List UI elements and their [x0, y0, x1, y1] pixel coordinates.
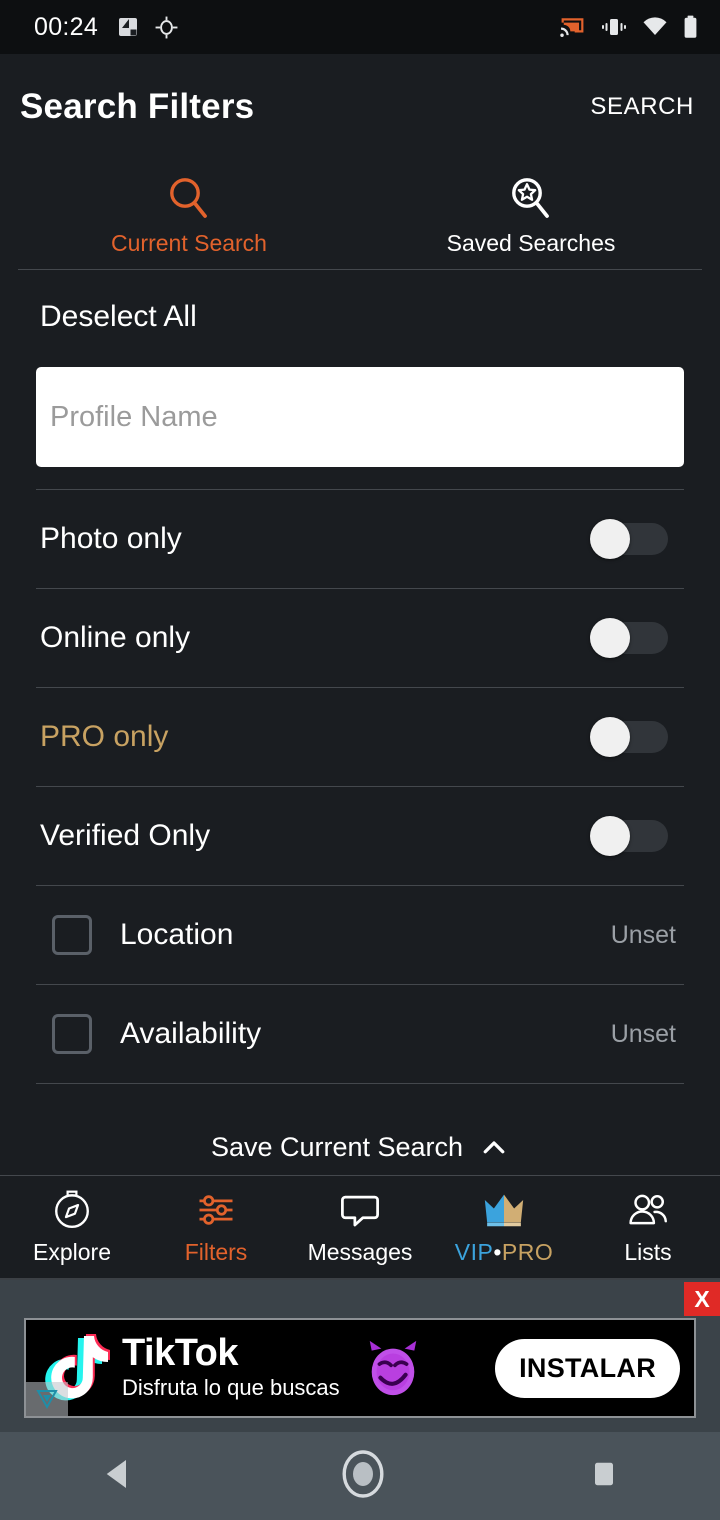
- page-title: Search Filters: [20, 87, 255, 126]
- deselect-all-button[interactable]: Deselect All: [36, 270, 684, 334]
- recents-square-icon: [594, 1462, 613, 1485]
- tab-label: Current Search: [111, 229, 267, 256]
- toggle-thumb: [590, 816, 630, 856]
- back-button[interactable]: [98, 1453, 140, 1500]
- search-icon: [170, 177, 207, 218]
- toggle-photo-only[interactable]: [590, 519, 668, 559]
- nav-item-messages[interactable]: Messages: [288, 1188, 432, 1266]
- battery-icon: [684, 15, 697, 38]
- nav-label: Lists: [624, 1239, 672, 1265]
- app-badge-icon: [119, 18, 138, 36]
- ad-banner[interactable]: TikTok Disfruta lo que buscas INSTALAR: [24, 1318, 696, 1418]
- ad-zone: X TikTok Disfruta lo que buscas INSTALAR: [0, 1280, 720, 1432]
- gps-location-icon: [155, 16, 178, 38]
- nav-item-explore[interactable]: Explore: [0, 1188, 144, 1266]
- adchoices-icon[interactable]: [26, 1382, 68, 1416]
- ad-brand: TikTok: [122, 1332, 238, 1374]
- nav-label: Filters: [184, 1239, 248, 1265]
- tab-bar: Current Search Saved Searches: [18, 160, 702, 270]
- toggle-online-only[interactable]: [590, 618, 668, 658]
- ad-close-button[interactable]: X: [684, 1282, 720, 1316]
- vibrate-icon: [602, 19, 626, 35]
- home-button[interactable]: [337, 1448, 389, 1505]
- filter-label: PRO only: [40, 720, 169, 753]
- phone-screen: 00:24 Search Filters SEARCH Current Sear…: [0, 0, 720, 1520]
- saved-search-star-icon: [512, 177, 549, 218]
- filter-row-pro-only[interactable]: PRO only: [36, 688, 684, 786]
- recents-button[interactable]: [586, 1456, 622, 1497]
- filter-label: Availability: [120, 1017, 262, 1050]
- filter-row-location[interactable]: Location Unset: [36, 886, 684, 984]
- nav-label: Messages: [307, 1239, 413, 1265]
- ad-text-block: TikTok Disfruta lo que buscas: [122, 1334, 340, 1402]
- tab-label: Saved Searches: [446, 229, 616, 256]
- filter-label: Photo only: [40, 522, 182, 555]
- sliders-icon: [199, 1195, 233, 1225]
- nav-item-vip-pro[interactable]: VIP•PRO: [432, 1188, 576, 1266]
- nav-label-vip-pro: VIP•PRO: [455, 1239, 553, 1266]
- app-bar: Search Filters SEARCH: [0, 54, 720, 160]
- tab-current-search[interactable]: Current Search: [18, 160, 360, 269]
- toggle-thumb: [590, 618, 630, 658]
- save-current-search-bar[interactable]: Save Current Search: [0, 1120, 720, 1176]
- compass-icon: [55, 1190, 89, 1229]
- people-icon: [629, 1194, 667, 1225]
- ad-install-button[interactable]: INSTALAR: [495, 1338, 680, 1398]
- filter-label: Location: [120, 918, 234, 951]
- wifi-icon: [643, 17, 667, 35]
- filter-row-verified-only[interactable]: Verified Only: [36, 787, 684, 885]
- tab-saved-searches[interactable]: Saved Searches: [360, 160, 702, 269]
- nav-item-filters[interactable]: Filters: [144, 1188, 288, 1266]
- profile-name-field-wrap: [36, 334, 684, 467]
- filter-row-photo-only[interactable]: Photo only: [36, 490, 684, 588]
- filter-label: Verified Only: [40, 819, 211, 852]
- status-right-icons: [559, 15, 698, 39]
- filters-list: Deselect All Photo only Online only PRO …: [0, 270, 720, 1120]
- back-triangle-icon: [107, 1459, 127, 1488]
- toggle-thumb: [590, 717, 630, 757]
- pro-text: PRO: [501, 1239, 554, 1265]
- nav-label: Explore: [33, 1239, 111, 1265]
- bottom-navigation: Explore Filters Messages VIP•PRO Lists: [0, 1176, 720, 1280]
- checkbox-availability[interactable]: [52, 1014, 92, 1054]
- save-current-search-label: Save Current Search: [210, 1132, 464, 1162]
- toggle-thumb: [590, 519, 630, 559]
- search-button[interactable]: SEARCH: [590, 93, 694, 121]
- cast-icon: [560, 18, 584, 38]
- divider: [36, 1083, 684, 1084]
- status-left-icons: [116, 15, 179, 40]
- filter-label: Online only: [40, 621, 191, 654]
- checkbox-location[interactable]: [52, 915, 92, 955]
- nav-item-lists[interactable]: Lists: [576, 1188, 720, 1266]
- android-navigation-bar: [0, 1432, 720, 1520]
- status-clock: 00:24: [34, 12, 99, 41]
- toggle-pro-only[interactable]: [590, 717, 668, 757]
- crown-icon: [484, 1194, 524, 1227]
- filter-value: Unset: [610, 1019, 676, 1048]
- filter-value: Unset: [610, 920, 676, 949]
- ad-tagline: Disfruta lo que buscas: [122, 1375, 340, 1400]
- chat-bubble-icon: [341, 1195, 379, 1227]
- chevron-up-icon: [483, 1140, 505, 1153]
- vip-text: VIP: [454, 1239, 494, 1265]
- vip-separator: •: [493, 1239, 502, 1265]
- purple-devil-emoji: [362, 1337, 424, 1399]
- home-circle-icon: [342, 1449, 384, 1498]
- status-bar: 00:24: [0, 0, 720, 54]
- filter-row-availability[interactable]: Availability Unset: [36, 985, 684, 1083]
- filter-row-online-only[interactable]: Online only: [36, 589, 684, 687]
- profile-name-input[interactable]: [36, 367, 684, 467]
- toggle-verified-only[interactable]: [590, 816, 668, 856]
